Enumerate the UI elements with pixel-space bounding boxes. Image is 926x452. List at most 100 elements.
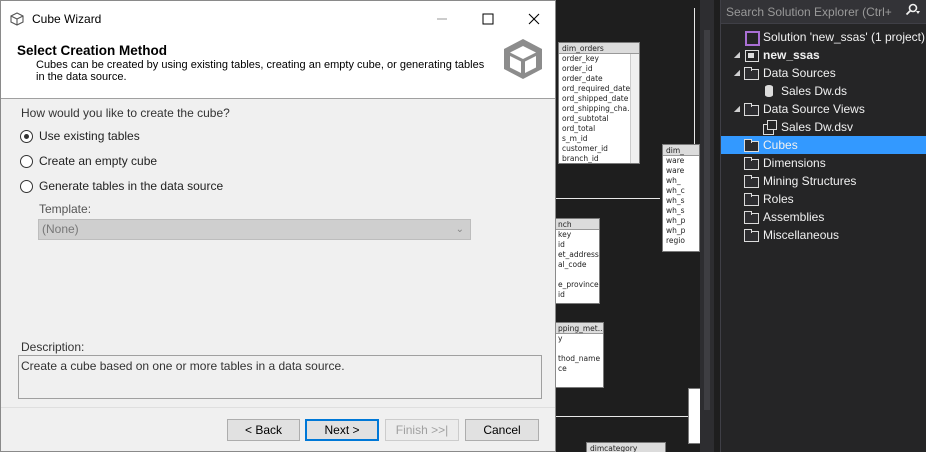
table-header: dim_orders [559,43,639,54]
option-generate-tables[interactable]: Generate tables in the data source [20,179,223,193]
tree-item-sales-dw-dsv[interactable]: Sales Dw.dsv [749,118,853,136]
datasource-icon [761,84,777,98]
table-column[interactable]: ord_total [559,124,639,134]
tree-item-assemblies[interactable]: Assemblies [731,208,824,226]
page-description: Cubes can be created by using existing t… [36,59,485,83]
table-column[interactable]: order_date [559,74,639,84]
table-dim-orders[interactable]: dim_orders order_key order_id order_date or… [558,42,640,164]
tree-item-label: Mining Structures [763,174,857,188]
table-column[interactable]: id [555,240,599,250]
table-column[interactable]: id [555,290,599,300]
close-button[interactable] [511,1,557,37]
table-column[interactable]: ord_subtotal [559,114,639,124]
tree-item-label: Roles [763,192,794,206]
folder-icon [743,192,759,206]
option-label[interactable]: Generate tables in the data source [39,179,223,193]
search-icon[interactable] [898,3,926,20]
radio-button[interactable] [20,179,33,193]
table-dim-warehouse[interactable]: dim_ ware ware wh_ wh_c wh_s wh_s wh_p wh_p regi… [662,144,700,252]
table-dim-category[interactable]: dimcategory [586,442,666,452]
table-column[interactable]: wh_p [663,216,699,226]
table-dim-shipping-method[interactable]: pping_met... y thod_name ce [554,322,604,388]
expanded-arrow-icon[interactable]: ◢ [731,100,743,118]
tree-item-dimensions[interactable]: Dimensions [731,154,826,172]
next-button[interactable]: Next > [305,419,379,441]
creation-question: How would you like to create the cube? [21,106,230,120]
table-header: pping_met... [555,323,603,334]
table-column[interactable]: ord_required_date [559,84,639,94]
table-dim-branch[interactable]: nch key id et_address al_code e_province id [554,218,600,304]
option-label[interactable]: Create an empty cube [39,154,157,168]
tree-item-data-source-views[interactable]: ◢ Data Source Views [731,100,865,118]
cube-app-icon [10,12,24,26]
table-column[interactable]: wh_s [663,206,699,216]
template-select: (None) ⌄ [38,219,471,240]
table-scrollbar[interactable] [630,54,639,163]
table-column[interactable]: ware [663,156,699,166]
tree-item-label: Solution 'new_ssas' (1 project) [763,30,925,44]
folder-icon [743,66,759,80]
expanded-arrow-icon[interactable]: ◢ [731,46,743,64]
table-column[interactable]: s_m_id [559,134,639,144]
table-header: dimcategory [587,443,665,452]
solution-explorer-search[interactable]: Search Solution Explorer (Ctrl+ [721,0,926,24]
table-column[interactable]: wh_p [663,226,699,236]
table-column[interactable]: order_id [559,64,639,74]
wizard-page-header: Select Creation Method Cubes can be crea… [1,37,555,99]
designer-scrollbar[interactable] [700,0,714,452]
tree-item-new-ssas[interactable]: ◢ new_ssas [731,46,820,64]
tree-item-label: Dimensions [763,156,826,170]
back-button[interactable]: < Back [227,419,300,441]
template-value: (None) [42,222,79,236]
table-column[interactable] [555,344,603,354]
expanded-arrow-icon[interactable]: ◢ [731,64,743,82]
table-column[interactable]: customer_id [559,144,639,154]
table-column[interactable]: wh_c [663,186,699,196]
option-label[interactable]: Use existing tables [39,129,140,143]
table-column[interactable]: ord_shipped_date [559,94,639,104]
tree-item-sales-dw-ds[interactable]: Sales Dw.ds [749,82,847,100]
table-column[interactable]: ce [555,364,603,374]
tree-item-label: Miscellaneous [763,228,840,242]
table-column[interactable]: y [555,334,603,344]
radio-button[interactable] [20,129,33,143]
table-column[interactable]: al_code [555,260,599,270]
tree-item-cubes[interactable]: Cubes [721,136,926,154]
maximize-button[interactable] [465,1,511,37]
tree-item-label: Sales Dw.dsv [781,120,854,134]
table-column[interactable]: order_key [559,54,639,64]
table-column[interactable]: e_province [555,280,599,290]
table-column[interactable]: regio [663,236,699,246]
option-use-existing-tables[interactable]: Use existing tables [20,129,140,143]
table-column[interactable]: thod_name [555,354,603,364]
table-column[interactable]: et_address [555,250,599,260]
table-column[interactable]: wh_ [663,176,699,186]
folder-icon [743,174,759,188]
tree-item-label: Data Source Views [763,102,865,116]
folder-icon [743,138,759,152]
relationship-line [556,198,660,199]
tree-item-miscellaneous[interactable]: Miscellaneous [731,226,839,244]
radio-button[interactable] [20,154,33,168]
table-column[interactable]: branch_id [559,154,639,163]
minimize-button[interactable] [419,1,465,37]
table-column[interactable]: ware [663,166,699,176]
folder-icon [743,228,759,242]
tree-item-solution-new-ssas-1-project[interactable]: Solution 'new_ssas' (1 project) [731,28,925,46]
search-placeholder[interactable]: Search Solution Explorer (Ctrl+ [726,5,898,19]
table-header: dim_ [663,145,699,156]
dialog-titlebar[interactable]: Cube Wizard [1,1,555,37]
cancel-button[interactable]: Cancel [465,419,539,441]
tree-item-data-sources[interactable]: ◢ Data Sources [731,64,836,82]
description-label: Description: [21,340,85,354]
folder-icon [743,156,759,170]
option-create-empty-cube[interactable]: Create an empty cube [20,154,157,168]
table-column[interactable]: key [555,230,599,240]
table-column[interactable]: wh_s [663,196,699,206]
project-icon [743,48,759,62]
tree-item-roles[interactable]: Roles [731,190,794,208]
folder-icon [743,102,759,116]
table-column[interactable] [555,270,599,280]
table-column[interactable]: ord_shipping_cha... [559,104,639,114]
tree-item-mining-structures[interactable]: Mining Structures [731,172,856,190]
